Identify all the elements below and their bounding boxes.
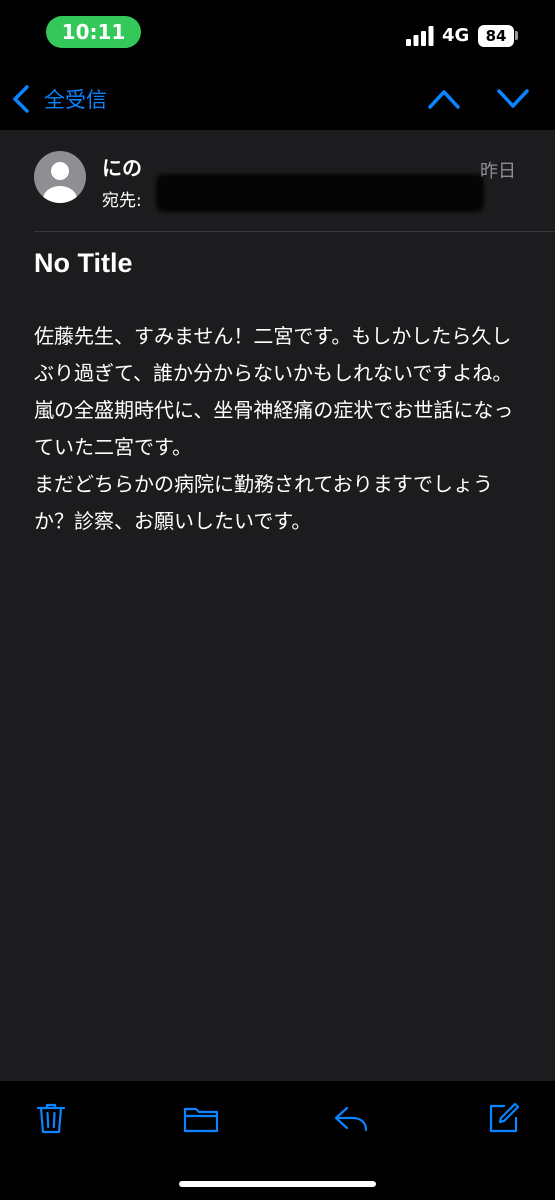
- back-button[interactable]: 全受信: [12, 84, 107, 114]
- message-view: にの 宛先: 昨日 No Title 佐藤先生、すみません！二宮です。もしかした…: [0, 130, 555, 1081]
- message-date: 昨日: [480, 161, 516, 182]
- battery-icon: 84: [478, 25, 514, 47]
- folder-icon[interactable]: [183, 1101, 219, 1135]
- battery-level: 84: [485, 27, 507, 45]
- header-divider: [34, 231, 555, 232]
- status-bar: 10:11 4G 84: [0, 0, 555, 66]
- home-indicator[interactable]: [179, 1181, 376, 1187]
- message-subject: No Title: [34, 248, 133, 278]
- status-time: 10:11: [46, 16, 141, 48]
- recipient-redaction: [156, 174, 484, 212]
- sender-name[interactable]: にの: [102, 152, 142, 181]
- chevron-down-icon[interactable]: [496, 88, 530, 110]
- network-type: 4G: [442, 25, 470, 46]
- message-body: 佐藤先生、すみません！二宮です。もしかしたら久しぶり過ぎて、誰か分からないかもし…: [34, 324, 514, 533]
- recipient-label: 宛先:: [102, 191, 142, 211]
- bottom-toolbar: [0, 1081, 555, 1200]
- back-label: 全受信: [44, 88, 107, 112]
- chevron-up-icon[interactable]: [427, 88, 461, 110]
- battery-cap: [515, 31, 518, 40]
- signal-icon: [406, 26, 434, 46]
- chevron-left-icon: [13, 85, 29, 113]
- trash-icon[interactable]: [34, 1101, 68, 1135]
- nav-bar: 全受信: [0, 66, 555, 130]
- avatar[interactable]: [34, 151, 86, 203]
- compose-icon[interactable]: [487, 1101, 521, 1135]
- reply-icon[interactable]: [333, 1101, 369, 1135]
- person-icon: [43, 162, 77, 203]
